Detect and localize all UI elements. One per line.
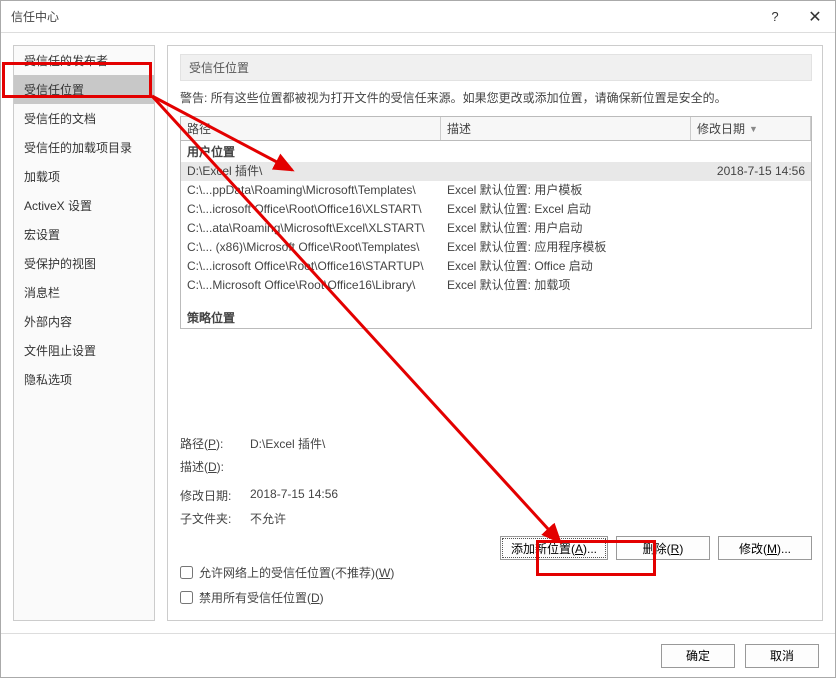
sidebar-item-trusted-locations[interactable]: 受信任位置 xyxy=(14,75,154,104)
table-row[interactable]: D:\Excel 插件\ 2018-7-15 14:56 xyxy=(181,162,811,181)
group-user: 用户位置 xyxy=(181,141,811,162)
cell-desc: Excel 默认位置: 加载项 xyxy=(447,277,685,294)
cell-desc: Excel 默认位置: Excel 启动 xyxy=(447,201,685,218)
modify-button[interactable]: 修改(M)... xyxy=(718,536,812,560)
table-header: 路径 描述 修改日期 ▼ xyxy=(181,117,811,141)
locations-table: 路径 描述 修改日期 ▼ 用户位置 D:\Excel 插件\ 2018-7-15… xyxy=(180,116,812,329)
sidebar-item-message-bar[interactable]: 消息栏 xyxy=(14,278,154,307)
remove-button[interactable]: 删除(R) xyxy=(616,536,710,560)
action-buttons: 添加新位置(A)... 删除(R) 修改(M)... xyxy=(180,536,812,560)
cell-date xyxy=(685,239,805,256)
cell-desc xyxy=(447,163,685,180)
detail-date-value: 2018-7-15 14:56 xyxy=(250,487,338,504)
sidebar-item-macro[interactable]: 宏设置 xyxy=(14,220,154,249)
cell-date xyxy=(685,220,805,237)
cell-path: C:\...ppData\Roaming\Microsoft\Templates… xyxy=(187,182,447,199)
close-button[interactable]: ✕ xyxy=(795,1,835,33)
sidebar-item-addins[interactable]: 加载项 xyxy=(14,162,154,191)
dialog-title: 信任中心 xyxy=(11,8,755,25)
table-row[interactable]: C:\...icrosoft Office\Root\Office16\STAR… xyxy=(181,257,811,276)
allow-network-label: 允许网络上的受信任位置(不推荐)(W) xyxy=(199,564,394,581)
cell-desc: Excel 默认位置: 应用程序模板 xyxy=(447,239,685,256)
dialog-footer: 确定 取消 xyxy=(1,633,835,677)
cell-date xyxy=(685,258,805,275)
cell-path: C:\...icrosoft Office\Root\Office16\XLST… xyxy=(187,201,447,218)
table-row[interactable]: C:\...ata\Roaming\Microsoft\Excel\XLSTAR… xyxy=(181,219,811,238)
detail-date-label: 修改日期: xyxy=(180,487,250,504)
group-policy: 策略位置 xyxy=(181,307,811,328)
help-button[interactable]: ? xyxy=(755,1,795,33)
cell-path: C:\...icrosoft Office\Root\Office16\STAR… xyxy=(187,258,447,275)
sidebar-item-protected-view[interactable]: 受保护的视图 xyxy=(14,249,154,278)
sidebar-item-external[interactable]: 外部内容 xyxy=(14,307,154,336)
sort-desc-icon: ▼ xyxy=(749,124,758,134)
table-row[interactable]: C:\...icrosoft Office\Root\Office16\XLST… xyxy=(181,200,811,219)
cell-path: C:\... (x86)\Microsoft Office\Root\Templ… xyxy=(187,239,447,256)
table-row[interactable]: C:\...ppData\Roaming\Microsoft\Templates… xyxy=(181,181,811,200)
warning-text: 警告: 所有这些位置都被视为打开文件的受信任来源。如果您更改或添加位置，请确保新… xyxy=(180,89,812,106)
detail-path-value: D:\Excel 插件\ xyxy=(250,435,325,452)
cell-path: D:\Excel 插件\ xyxy=(187,163,447,180)
col-date[interactable]: 修改日期 ▼ xyxy=(691,117,811,140)
cell-desc: Excel 默认位置: Office 启动 xyxy=(447,258,685,275)
ok-button[interactable]: 确定 xyxy=(661,644,735,668)
allow-network-row: 允许网络上的受信任位置(不推荐)(W) xyxy=(180,560,812,585)
sidebar-item-publishers[interactable]: 受信任的发布者 xyxy=(14,46,154,75)
cancel-button[interactable]: 取消 xyxy=(745,644,819,668)
trust-center-dialog: 信任中心 ? ✕ 受信任的发布者 受信任位置 受信任的文档 受信任的加载项目录 … xyxy=(0,0,836,678)
sidebar-item-activex[interactable]: ActiveX 设置 xyxy=(14,191,154,220)
cell-path: C:\...Microsoft Office\Root\Office16\Lib… xyxy=(187,277,447,294)
detail-path-label: 路径(P): xyxy=(180,435,250,452)
main-panel: 受信任位置 警告: 所有这些位置都被视为打开文件的受信任来源。如果您更改或添加位… xyxy=(167,45,823,621)
cell-path: C:\...ata\Roaming\Microsoft\Excel\XLSTAR… xyxy=(187,220,447,237)
cell-date xyxy=(685,182,805,199)
allow-network-checkbox[interactable] xyxy=(180,566,193,579)
sidebar-item-addin-catalogs[interactable]: 受信任的加载项目录 xyxy=(14,133,154,162)
table-row[interactable]: C:\...Microsoft Office\Root\Office16\Lib… xyxy=(181,276,811,295)
disable-all-label: 禁用所有受信任位置(D) xyxy=(199,589,324,606)
sidebar-item-privacy[interactable]: 隐私选项 xyxy=(14,365,154,394)
titlebar: 信任中心 ? ✕ xyxy=(1,1,835,33)
cell-date xyxy=(685,277,805,294)
detail-sub-value: 不允许 xyxy=(250,510,286,527)
table-body: 用户位置 D:\Excel 插件\ 2018-7-15 14:56 C:\...… xyxy=(181,141,811,328)
sidebar-item-file-block[interactable]: 文件阻止设置 xyxy=(14,336,154,365)
sidebar: 受信任的发布者 受信任位置 受信任的文档 受信任的加载项目录 加载项 Activ… xyxy=(13,45,155,621)
dialog-body: 受信任的发布者 受信任位置 受信任的文档 受信任的加载项目录 加载项 Activ… xyxy=(1,33,835,633)
col-desc[interactable]: 描述 xyxy=(441,117,691,140)
add-location-button[interactable]: 添加新位置(A)... xyxy=(500,536,608,560)
table-row[interactable]: C:\... (x86)\Microsoft Office\Root\Templ… xyxy=(181,238,811,257)
disable-all-checkbox[interactable] xyxy=(180,591,193,604)
section-header: 受信任位置 xyxy=(180,54,812,81)
detail-sub-label: 子文件夹: xyxy=(180,510,250,527)
cell-date xyxy=(685,201,805,218)
cell-desc: Excel 默认位置: 用户启动 xyxy=(447,220,685,237)
cell-desc: Excel 默认位置: 用户模板 xyxy=(447,182,685,199)
disable-all-row: 禁用所有受信任位置(D) xyxy=(180,585,812,610)
cell-date: 2018-7-15 14:56 xyxy=(685,163,805,180)
col-path[interactable]: 路径 xyxy=(181,117,441,140)
sidebar-item-trusted-docs[interactable]: 受信任的文档 xyxy=(14,104,154,133)
detail-desc-label: 描述(D): xyxy=(180,458,250,475)
details-pane: 路径(P): D:\Excel 插件\ 描述(D): 修改日期: 2018-7-… xyxy=(180,432,812,530)
col-date-label: 修改日期 xyxy=(697,120,745,137)
